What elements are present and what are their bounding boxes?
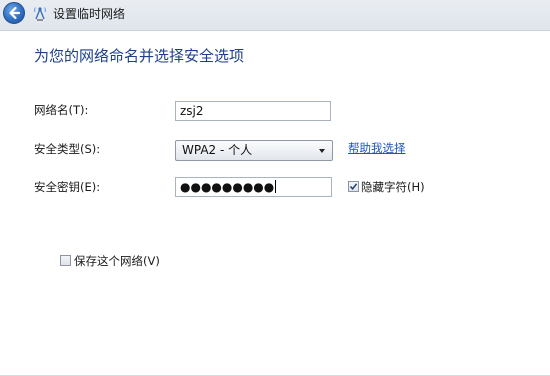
text-caret (275, 180, 277, 193)
setup-adhoc-network-window: 设置临时网络 为您的网络命名并选择安全选项 网络名(T): zsj2 安全类型(… (0, 0, 550, 376)
security-type-dropdown[interactable]: WPA2 - 个人 (175, 140, 333, 161)
security-type-label: 安全类型(S): (34, 142, 101, 156)
back-arrow-icon (9, 6, 21, 20)
back-button[interactable] (3, 2, 25, 24)
security-type-selected: WPA2 - 个人 (182, 143, 253, 157)
wireless-network-icon (34, 7, 46, 21)
security-key-input[interactable]: ●●●●●●●●● (175, 177, 332, 197)
network-name-label: 网络名(T): (34, 103, 89, 117)
hide-characters-checkbox[interactable] (348, 181, 359, 192)
help-me-choose-link[interactable]: 帮助我选择 (348, 140, 406, 156)
security-key-label: 安全密钥(E): (34, 180, 101, 194)
title-bar: 设置临时网络 (0, 0, 550, 31)
save-network-label: 保存这个网络(V) (74, 254, 160, 268)
page-heading: 为您的网络命名并选择安全选项 (34, 47, 245, 65)
security-key-value: ●●●●●●●●● (180, 180, 275, 194)
checkmark-icon (349, 183, 358, 190)
chevron-down-icon (319, 149, 325, 153)
hide-characters-label: 隐藏字符(H) (361, 180, 425, 194)
network-name-input[interactable]: zsj2 (175, 101, 331, 121)
window-title: 设置临时网络 (53, 7, 126, 21)
save-network-checkbox[interactable] (60, 255, 71, 266)
